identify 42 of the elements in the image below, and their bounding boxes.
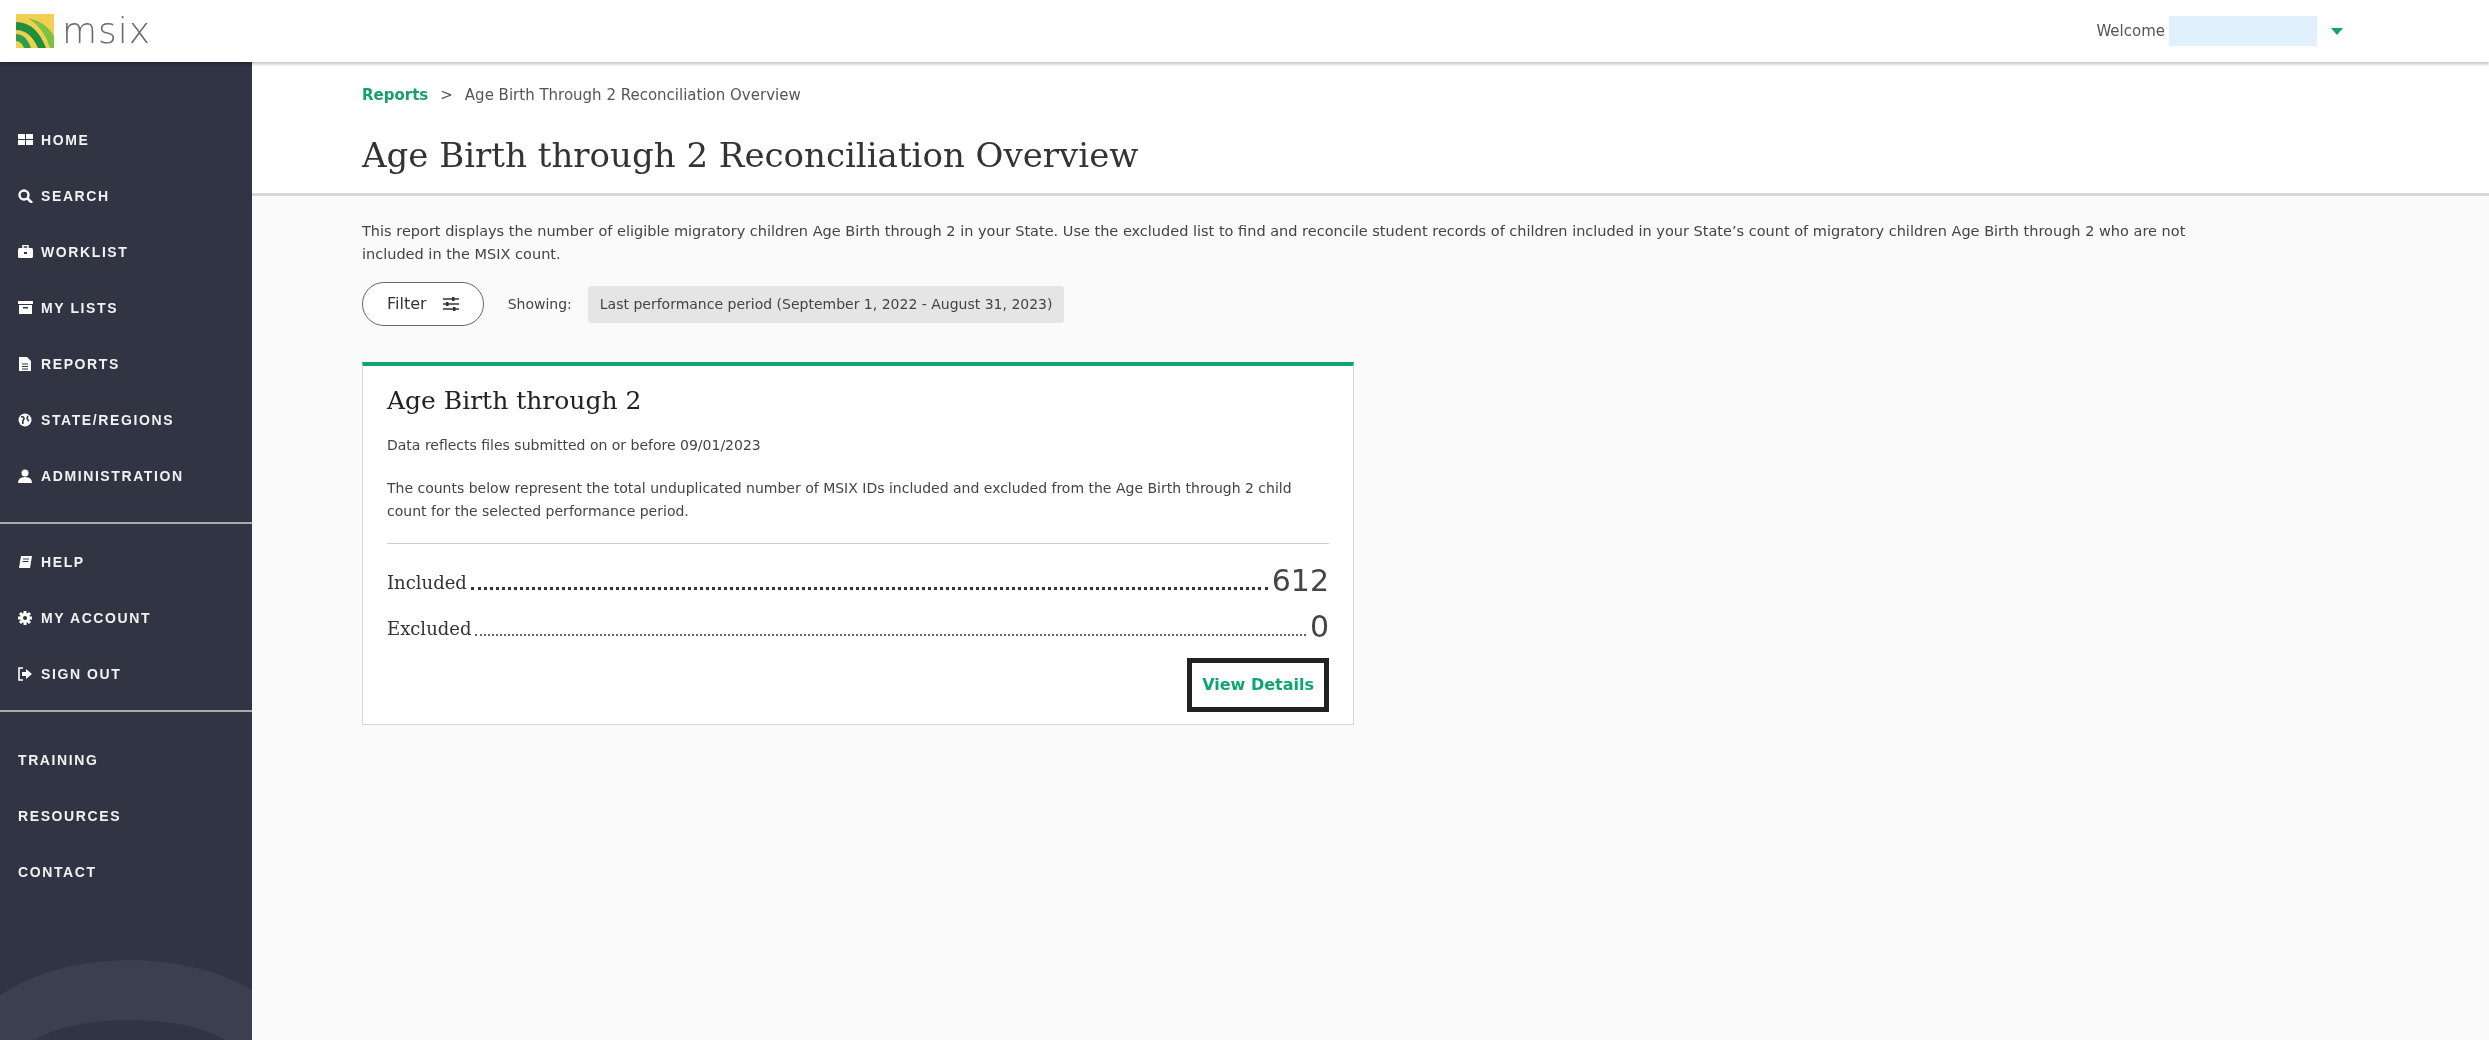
sidebar-nav-link[interactable]: STATE/REGIONS	[0, 392, 252, 448]
report-description: This report displays the number of eligible migratory children Age Birth through 2 in your State. Use the excluded list to find and reconcile student records of children included in your State’s count of migratory children Age Birth through 2 who are not included in the MSIX count.	[362, 222, 2187, 265]
caret-icon[interactable]	[2331, 27, 2343, 35]
sidebar-nav-link[interactable]: HOME	[0, 112, 252, 168]
sidebar-nav-link[interactable]: RESOURCES	[0, 788, 252, 844]
archive-box-icon	[18, 301, 33, 315]
book-icon	[18, 555, 33, 569]
period-tag: Last performance period (September 1, 2022 - August 31, 2023)	[587, 285, 1065, 323]
sidebar-nav-link[interactable]: REPORTS	[0, 336, 252, 392]
user-icon	[18, 469, 33, 483]
count-value: 612	[1271, 566, 1329, 597]
logo-icon	[16, 14, 54, 48]
sidebar-nav-link[interactable]: ADMINISTRATION	[0, 448, 252, 504]
showing-label: Showing:	[507, 294, 572, 314]
counts-explanation: The counts below represent the total unduplicated number of MSIX IDs included and excluded from the Age Birth through 2 child count for the selected performance period.	[387, 479, 1293, 522]
sidebar-nav-link[interactable]: WORKLIST	[0, 224, 252, 280]
card-title: Age Birth through 2	[387, 386, 643, 417]
sidebar-nav-link[interactable]: HELP	[0, 534, 252, 590]
sliders-icon	[442, 297, 459, 312]
count-value: 0	[1309, 612, 1329, 643]
sidebar-nav-link[interactable]: MY ACCOUNT	[0, 590, 252, 646]
page-title: Age Birth through 2 Reconciliation Overview	[362, 134, 1140, 176]
count-label: Excluded	[387, 617, 472, 642]
breadcrumb-current: Age Birth Through 2 Reconciliation Overview	[464, 85, 801, 106]
grid-icon	[18, 133, 33, 147]
data-note: Data reflects files submitted on or before 09/01/2023	[387, 436, 762, 456]
search-icon	[18, 189, 33, 203]
gear-icon	[18, 611, 33, 625]
document-icon	[18, 357, 33, 371]
sidebar-nav-link[interactable]: SIGN OUT	[0, 646, 252, 702]
breadcrumb-separator: >	[440, 85, 453, 106]
count-label: Included	[387, 571, 467, 596]
sidebar-nav-link[interactable]: SEARCH	[0, 168, 252, 224]
globe-icon	[18, 413, 33, 427]
briefcase-icon	[18, 245, 33, 259]
sidebar-nav-link[interactable]: CONTACT	[0, 844, 252, 900]
filter-button[interactable]: Filter	[362, 282, 484, 327]
sidebar-nav-link[interactable]: TRAINING	[0, 732, 252, 788]
sidebar-nav-link[interactable]: MY LISTS	[0, 280, 252, 336]
sign-out-icon	[18, 667, 33, 681]
welcome-text: Welcome	[2096, 20, 2165, 42]
logo-text: msix	[62, 13, 152, 49]
